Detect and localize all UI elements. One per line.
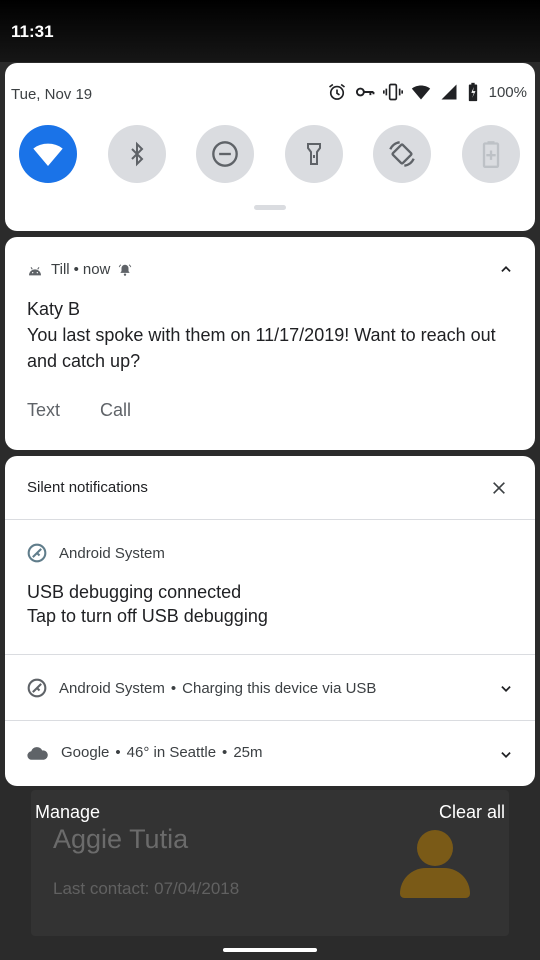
cloud-icon <box>27 746 48 760</box>
notification-time: 25m <box>233 744 263 761</box>
auto-rotate-icon <box>389 141 415 167</box>
notification-title: Katy B <box>27 299 81 319</box>
separator: • <box>73 261 79 278</box>
call-action-button[interactable]: Call <box>100 400 131 421</box>
notification-header: Google • 46° in Seattle • 25m <box>27 744 263 761</box>
wifi-icon <box>411 82 431 102</box>
separator: • <box>115 744 121 761</box>
bluetooth-tile[interactable] <box>108 125 166 183</box>
quick-settings-panel: Tue, Nov 19 100% <box>5 63 535 231</box>
close-icon[interactable] <box>491 480 507 501</box>
dnd-tile[interactable] <box>196 125 254 183</box>
notification-app-name: Google <box>61 744 110 761</box>
divider <box>5 654 535 655</box>
alert-bell-icon <box>119 263 132 276</box>
wifi-icon <box>33 143 63 166</box>
qs-date: Tue, Nov 19 <box>11 86 93 103</box>
status-time: 11:31 <box>11 22 54 41</box>
collapse-chevron-icon[interactable] <box>499 262 513 281</box>
android-system-icon <box>27 678 47 698</box>
notification-header: Till • now <box>27 261 132 278</box>
notification-text: Charging this device via USB <box>182 679 377 697</box>
notification-title: USB debugging connected <box>27 582 242 602</box>
contact-name: Aggie Tutia <box>53 824 189 854</box>
navigation-handle[interactable] <box>223 948 317 952</box>
notification-app-name: Till <box>51 261 70 278</box>
flashlight-tile[interactable] <box>285 125 343 183</box>
auto-rotate-tile[interactable] <box>373 125 431 183</box>
contact-card: Aggie Tutia Last contact: 07/04/2018 <box>31 790 509 936</box>
notification-app-name: Android System <box>59 544 165 562</box>
expand-chevron-icon[interactable] <box>499 748 513 767</box>
status-bar: 11:31 <box>0 0 540 62</box>
notification-body: You last spoke with them on 11/17/2019! … <box>27 325 496 371</box>
silent-header: Silent notifications <box>27 479 148 496</box>
wifi-tile[interactable] <box>19 125 77 183</box>
manage-button[interactable]: Manage <box>35 802 100 823</box>
separator: • <box>222 744 228 761</box>
notification-time: now <box>82 261 111 278</box>
flashlight-icon <box>307 143 321 165</box>
android-icon <box>29 266 41 275</box>
expand-chevron-icon[interactable] <box>499 682 513 701</box>
battery-saver-icon <box>482 141 500 168</box>
weather-text: 46° in Seattle <box>126 744 217 761</box>
notification-app-name: Android System <box>59 679 165 697</box>
battery-percent: 100% <box>488 83 527 101</box>
avatar <box>397 830 473 900</box>
divider <box>5 720 535 721</box>
vibrate-icon <box>382 82 403 102</box>
alarm-icon <box>327 82 347 102</box>
text-action-button[interactable]: Text <box>27 400 60 421</box>
do-not-disturb-icon <box>212 141 238 167</box>
last-contact-text: Last contact: 07/04/2018 <box>53 879 240 898</box>
cell-signal-icon <box>439 82 459 102</box>
vpn-key-icon <box>355 82 375 102</box>
till-notification[interactable]: Till • now Katy B You last spoke with th… <box>5 237 535 450</box>
notification-header: Android System • Charging this device vi… <box>27 678 376 698</box>
clear-all-button[interactable]: Clear all <box>439 802 505 823</box>
divider <box>5 519 535 520</box>
bluetooth-icon <box>131 141 144 167</box>
separator: • <box>170 679 177 697</box>
silent-notifications-group: Silent notifications Android System USB … <box>5 456 535 786</box>
qs-drag-handle[interactable] <box>254 205 286 210</box>
notification-header: Android System <box>27 543 165 563</box>
battery-icon <box>467 82 479 102</box>
notification-body: Tap to turn off USB debugging <box>27 606 268 626</box>
android-system-icon <box>27 543 47 563</box>
qs-status-icons: 100% <box>327 82 527 102</box>
battery-saver-tile[interactable] <box>462 125 520 183</box>
